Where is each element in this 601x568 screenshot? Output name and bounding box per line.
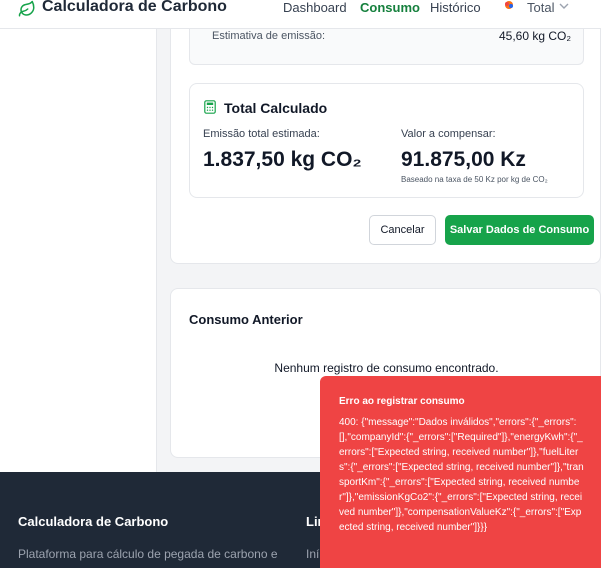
compensation-label: Valor a compensar: bbox=[401, 128, 496, 140]
save-consumption-button[interactable]: Salvar Dados de Consumo bbox=[445, 215, 594, 245]
footer-description: Plataforma para cálculo de pegada de car… bbox=[18, 547, 278, 561]
footer-link-home[interactable]: Iní bbox=[306, 545, 319, 563]
emission-label: Emissão total estimada: bbox=[203, 128, 320, 140]
compensation-note: Baseado na taxa de 50 Kz por kg de CO₂ bbox=[401, 175, 548, 184]
total-calculated-box: Total Calculado Emissão total estimada: … bbox=[189, 83, 584, 198]
nav-historico[interactable]: Histórico bbox=[430, 0, 481, 16]
emission-value: 1.837,50 kg CO₂ bbox=[203, 148, 362, 171]
cancel-button[interactable]: Cancelar bbox=[369, 215, 436, 245]
top-navbar: Calculadora de Carbono Dashboard Consumo… bbox=[0, 0, 601, 29]
total-title: Total Calculado bbox=[224, 100, 328, 116]
nav-consumo[interactable]: Consumo bbox=[360, 0, 420, 16]
toast-title: Erro ao registrar consumo bbox=[339, 396, 465, 407]
company-logo-icon[interactable] bbox=[502, 0, 516, 12]
estimate-label: Estimativa de emissão: bbox=[212, 30, 326, 42]
app-title[interactable]: Calculadora de Carbono bbox=[42, 0, 227, 17]
compensation-value: 91.875,00 Kz bbox=[401, 148, 526, 171]
error-toast[interactable]: Erro ao registrar consumo 400: {"message… bbox=[320, 376, 601, 568]
consumption-form-card: Estimativa de emissão: 45,60 kg CO₂ Tota… bbox=[170, 29, 601, 264]
emission-estimate-box: Estimativa de emissão: 45,60 kg CO₂ bbox=[189, 29, 584, 65]
leaf-icon bbox=[18, 0, 35, 17]
chevron-down-icon[interactable] bbox=[559, 2, 569, 10]
nav-dashboard[interactable]: Dashboard bbox=[283, 0, 347, 16]
company-selector[interactable]: Total bbox=[527, 0, 554, 16]
toast-message: 400: {"message":"Dados inválidos","error… bbox=[339, 417, 584, 533]
empty-state-message: Nenhum registro de consumo encontrado. bbox=[274, 361, 499, 375]
calculator-icon bbox=[204, 100, 216, 114]
footer-title: Calculadora de Carbono bbox=[18, 514, 169, 529]
estimate-value: 45,60 kg CO₂ bbox=[498, 29, 571, 43]
sidebar bbox=[0, 29, 157, 472]
previous-consumption-title: Consumo Anterior bbox=[189, 312, 303, 327]
